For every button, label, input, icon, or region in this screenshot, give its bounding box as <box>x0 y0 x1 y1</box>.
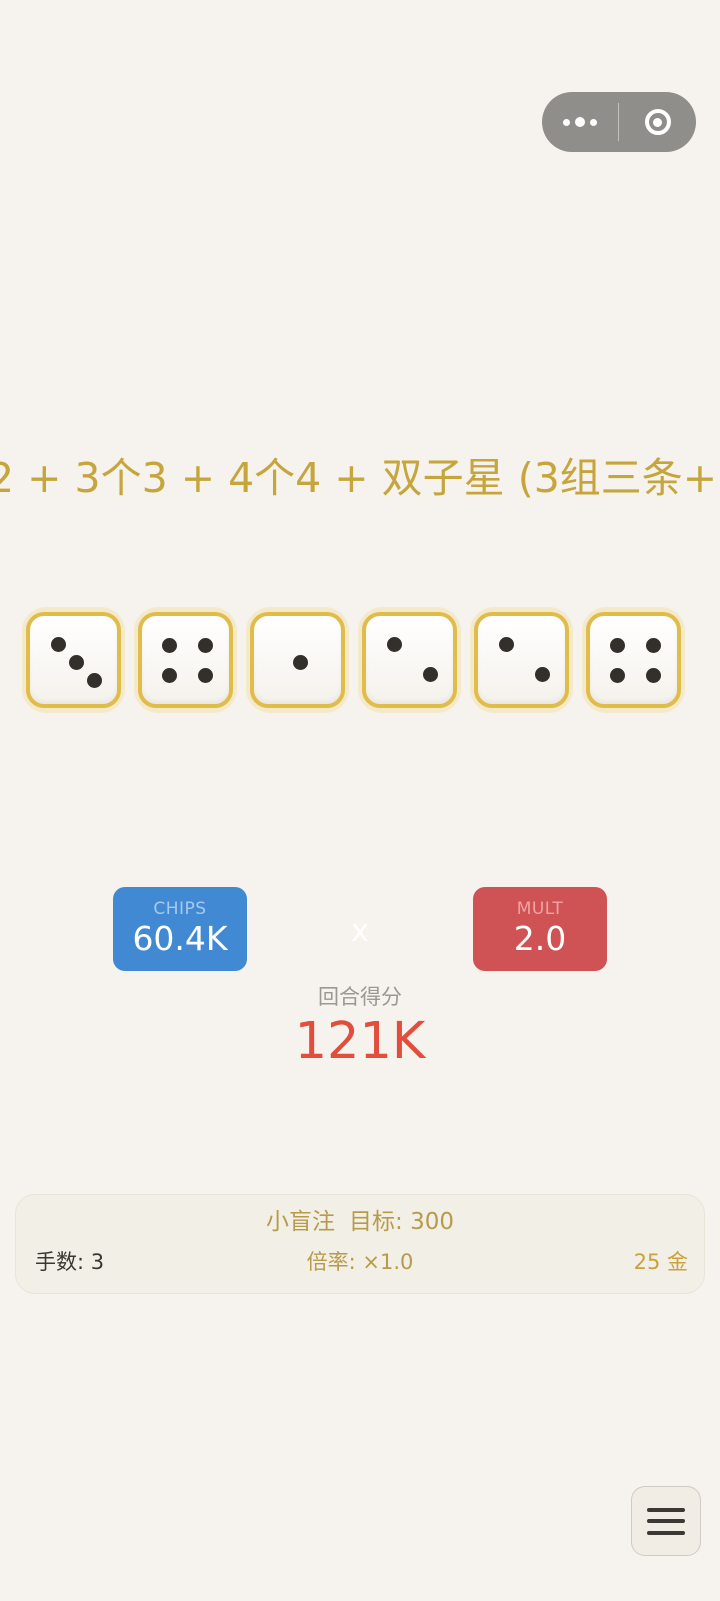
rate-value: 倍率: ×1.0 <box>306 1250 414 1274</box>
die-pip <box>646 638 661 653</box>
round-score-label: 回合得分 <box>318 985 402 1009</box>
die-pip <box>198 668 213 683</box>
die-4[interactable] <box>358 607 461 713</box>
die-face <box>26 612 121 708</box>
miniprogram-capsule <box>542 92 696 152</box>
die-pip <box>51 637 66 652</box>
combo-text: 2 + 3个3 + 4个4 + 双子星 (3组三条+) + <box>0 454 720 502</box>
die-pip <box>87 673 102 688</box>
combo-marquee: 2 + 3个3 + 4个4 + 双子星 (3组三条+) + <box>0 448 720 508</box>
dice-row <box>22 607 685 713</box>
die-face <box>138 612 233 708</box>
die-face <box>250 612 345 708</box>
multiply-sign: x <box>351 914 369 949</box>
die-2[interactable] <box>134 607 237 713</box>
blind-line: 小盲注 目标: 300 <box>16 1205 704 1239</box>
more-options-button[interactable] <box>542 92 618 152</box>
chips-label: CHIPS <box>153 899 207 919</box>
die-pip <box>162 638 177 653</box>
die-face <box>474 612 569 708</box>
die-pip <box>387 637 402 652</box>
die-pip <box>499 637 514 652</box>
chips-box: CHIPS 60.4K <box>113 887 247 971</box>
target-circle-icon <box>644 109 671 135</box>
die-pip <box>162 668 177 683</box>
mult-box: MULT 2.0 <box>473 887 607 971</box>
die-pip <box>198 638 213 653</box>
die-face <box>362 612 457 708</box>
die-pip <box>69 655 84 670</box>
more-dots-icon <box>563 117 597 127</box>
info-panel: 小盲注 目标: 300 <box>15 1194 705 1294</box>
gold-amount: 25 金 <box>633 1250 688 1274</box>
menu-button[interactable] <box>631 1486 701 1556</box>
blind-name: 小盲注 <box>266 1209 336 1235</box>
hamburger-menu-icon <box>647 1507 685 1535</box>
blind-target: 目标: 300 <box>349 1209 454 1235</box>
die-face <box>586 612 681 708</box>
die-6[interactable] <box>582 607 685 713</box>
mult-value: 2.0 <box>513 919 567 958</box>
die-1[interactable] <box>22 607 125 713</box>
die-pip <box>610 668 625 683</box>
die-pip <box>423 667 438 682</box>
die-5[interactable] <box>470 607 573 713</box>
round-score-value: 121K <box>294 1012 426 1071</box>
die-pip <box>610 638 625 653</box>
die-pip <box>646 668 661 683</box>
die-pip <box>535 667 550 682</box>
close-miniprogram-button[interactable] <box>619 92 696 152</box>
chips-value: 60.4K <box>132 919 228 958</box>
mult-label: MULT <box>516 899 564 919</box>
die-3[interactable] <box>246 607 349 713</box>
die-pip <box>293 655 308 670</box>
